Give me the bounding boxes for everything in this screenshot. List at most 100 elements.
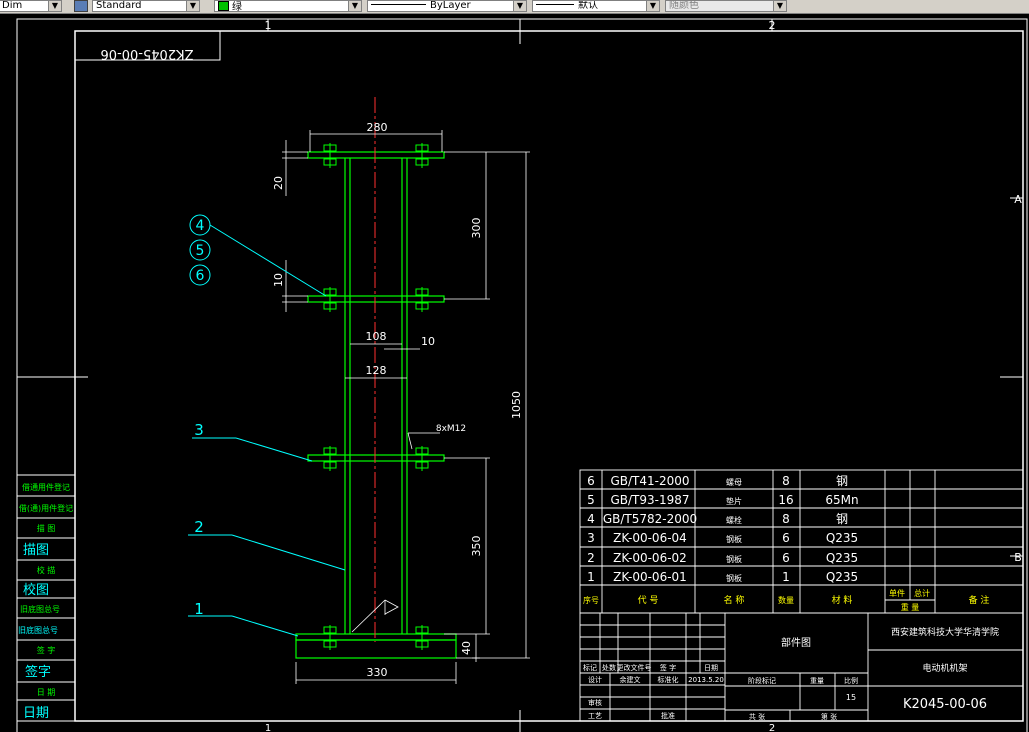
bom-header-code: 代 号	[638, 595, 659, 606]
bom-cell-qty: 6	[782, 531, 790, 545]
dim-350: 350	[470, 536, 483, 557]
bom-cell-material: 钢	[836, 512, 848, 526]
tb-sheet-no: 第 张	[821, 712, 837, 721]
dimstyle-combo[interactable]: Dim ▼	[0, 0, 62, 12]
bom-header-total: 总计	[914, 588, 930, 598]
tb-scale-value: 15	[846, 693, 856, 702]
tb-count: 处数	[602, 663, 616, 672]
zone-label: B	[1014, 551, 1022, 564]
bom-cell-no: 1	[587, 570, 595, 584]
bom-cell-name: 螺栓	[726, 515, 742, 525]
bom-cell-name: 钢板	[726, 534, 742, 544]
bom-cell-qty: 16	[778, 493, 793, 507]
bolt-icon	[415, 143, 429, 168]
linetype-combo[interactable]: ByLayer ▼	[367, 0, 527, 12]
bom-cell-no: 2	[587, 551, 595, 565]
bom-cell-code: GB/T41-2000	[610, 474, 689, 488]
tb-drawing-no: K2045-00-06	[903, 697, 987, 712]
chevron-down-icon[interactable]: ▼	[48, 1, 61, 11]
lineweight-combo[interactable]: 默认 ▼	[532, 0, 660, 12]
zone-label: 2	[769, 19, 776, 32]
strip-label: 借通用件登记	[22, 482, 70, 492]
bom-header-no: 序号	[583, 595, 599, 605]
strip-label: 签 字	[37, 645, 56, 655]
tb-stage: 阶段标记	[748, 676, 776, 685]
dim-bolt: 8xM12	[436, 424, 466, 434]
chevron-down-icon[interactable]: ▼	[773, 1, 786, 11]
dimstyle-value: Dim	[2, 0, 23, 11]
color-swatch-icon	[218, 1, 229, 11]
bom-cell-name: 钢板	[726, 573, 742, 583]
color-combo[interactable]: 绿 ▼	[214, 0, 362, 12]
leader-label-1: 1	[194, 600, 204, 618]
dim-10b: 10	[421, 335, 435, 348]
bom-header-remark: 备 注	[969, 594, 990, 606]
dim-128: 128	[366, 364, 387, 377]
tb-marks: 标记	[583, 663, 597, 672]
drawing-canvas[interactable]: 1 2 A B 1 2 ZK2045-00-06 借通用件登记 借(通)用件登记…	[0, 13, 1029, 732]
chevron-down-icon[interactable]: ▼	[513, 1, 526, 11]
bom-cell-material: Q235	[826, 570, 858, 584]
bolt-icon	[415, 625, 429, 650]
bolts	[323, 143, 429, 650]
bom-cell-material: 钢	[836, 474, 848, 488]
tb-date-label: 日期	[704, 664, 718, 672]
motor-frame-drawing	[295, 151, 457, 659]
bom-cell-no: 5	[587, 493, 595, 507]
dim-1050: 1050	[510, 391, 523, 419]
inner-frame	[74, 30, 1024, 722]
bom-cell-no: 6	[587, 474, 595, 488]
outer-frame	[16, 18, 1028, 732]
bom-cell-code: GB/T93-1987	[610, 493, 689, 507]
code-box-text: ZK2045-00-06	[101, 46, 194, 61]
bom-cell-qty: 6	[782, 551, 790, 565]
lineweight-preview-icon	[536, 4, 574, 5]
bom-cell-name: 垫片	[726, 496, 742, 506]
textstyle-value: Standard	[96, 0, 142, 11]
zone-label: 2	[769, 723, 775, 732]
tb-scale: 比例	[844, 676, 858, 685]
tb-change-file: 更改文件号	[617, 663, 652, 672]
tb-standardize: 标准化	[658, 675, 679, 684]
tb-designer: 余建文	[620, 675, 641, 684]
tb-part-name: 电动机机架	[922, 662, 967, 674]
strip-label: 借(通)用件登记	[19, 503, 73, 513]
plotstyle-combo[interactable]: 随颜色 ▼	[665, 0, 787, 12]
bom-header-single: 单件	[889, 588, 905, 598]
chevron-down-icon[interactable]: ▼	[186, 1, 199, 11]
strip-label: 描 图	[37, 523, 56, 533]
bom-cell-material: Q235	[826, 531, 858, 545]
bom-cell-no: 3	[587, 531, 595, 545]
textstyle-combo[interactable]: Standard ▼	[92, 0, 200, 12]
zone-label: 1	[265, 19, 272, 32]
bolt-icon	[323, 625, 337, 650]
tb-sign: 签 字	[660, 663, 676, 672]
bom-header-material: 材 料	[832, 594, 853, 606]
strip-label: 签字	[25, 664, 51, 680]
strip-label: 校图	[23, 582, 49, 598]
bom-cell-material: Q235	[826, 551, 858, 565]
bom-cell-qty: 8	[782, 512, 790, 526]
left-strip: 借通用件登记 借(通)用件登记 描 图 描图 校 描 校图 旧底图总号 旧底图总…	[16, 474, 76, 722]
chevron-down-icon[interactable]: ▼	[646, 1, 659, 11]
dim-20: 20	[272, 176, 285, 190]
text-style-icon[interactable]	[74, 0, 88, 12]
linetype-value: ByLayer	[430, 0, 471, 11]
bom-rows: 6 GB/T41-2000 螺母 8 钢5 GB/T93-1987 垫片 16 65Mn4 GB/…	[587, 474, 858, 584]
strip-label: 旧底图总号	[18, 625, 58, 635]
strip-label: 校 描	[37, 565, 56, 575]
bolt-icon	[323, 287, 337, 312]
balloon-5: 5	[196, 243, 205, 259]
leader-label-2: 2	[194, 518, 204, 536]
bom-cell-qty: 8	[782, 474, 790, 488]
tb-approve: 批准	[661, 711, 675, 720]
strip-label: 日 期	[37, 688, 56, 697]
bom-header-weight: 重 量	[901, 602, 920, 612]
bom-cell-name: 螺母	[726, 477, 742, 487]
bolt-icon	[415, 287, 429, 312]
bolt-icon	[323, 143, 337, 168]
chevron-down-icon[interactable]: ▼	[348, 1, 361, 11]
dim-108: 108	[366, 330, 387, 343]
dim-40: 40	[460, 641, 473, 655]
bom-cell-code: ZK-00-06-04	[613, 531, 687, 545]
